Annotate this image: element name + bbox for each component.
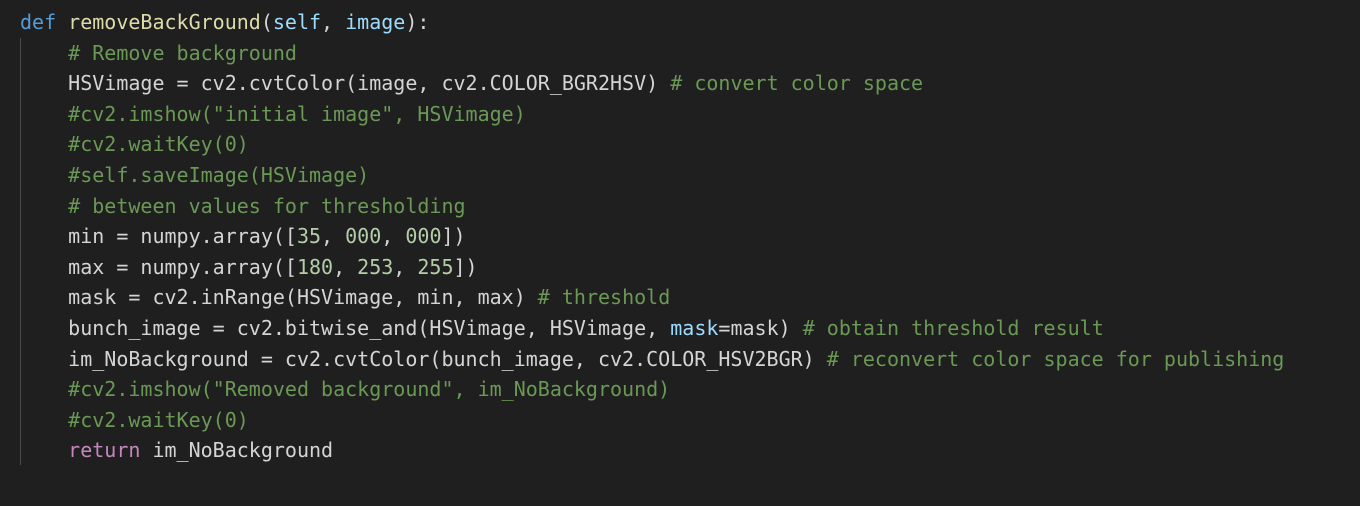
code-token-comment: #cv2.waitKey(0) [68,407,249,432]
code-token-comment: # threshold [537,285,671,310]
code-editor[interactable]: def removeBackGround(self, image): # Rem… [0,0,1360,506]
code-line[interactable]: #self.saveImage(HSVimage) [20,160,1284,191]
code-token-comment: #cv2.waitKey(0) [68,132,249,157]
code-token-num: 255 [417,254,454,279]
code-line[interactable]: #cv2.imshow("initial image", HSVimage) [20,99,1284,130]
code-token-plain: , [321,224,346,249]
code-token-plain: mask = cv2.inRange(HSVimage, min, max) [68,285,538,310]
code-token-comment: # between values for thresholding [68,193,466,218]
code-token-comment: #cv2.imshow("Removed background", im_NoB… [68,377,671,402]
code-line[interactable]: #cv2.imshow("Removed background", im_NoB… [20,374,1284,405]
code-token-plain: ( [260,10,273,34]
code-token-comment: # Remove background [68,40,297,65]
code-line[interactable]: # between values for thresholding [20,191,1284,222]
code-line[interactable]: mask = cv2.inRange(HSVimage, min, max) #… [20,282,1284,313]
code-line[interactable]: im_NoBackground = cv2.cvtColor(bunch_ima… [20,344,1284,375]
code-token-comment: #self.saveImage(HSVimage) [68,162,370,187]
code-token-plain: ): [405,10,430,34]
code-line[interactable]: min = numpy.array([35, 000, 000]) [20,221,1284,252]
code-token-plain: max = numpy.array([ [68,254,297,279]
code-token-param: mask [670,315,719,340]
code-token-num: 180 [296,254,334,279]
code-token-comment: # convert color space [670,71,924,96]
code-token-kw: def [20,10,57,34]
code-token-plain: , [393,254,418,279]
code-token-kw-ctrl: return [68,438,141,463]
code-token-plain: im_NoBackground = cv2.cvtColor(bunch_ima… [68,346,827,371]
code-token-plain: =mask) [718,315,803,340]
code-line[interactable]: #cv2.waitKey(0) [20,405,1284,436]
code-token-plain: min = numpy.array([ [68,224,297,249]
code-line[interactable]: def removeBackGround(self, image): [20,7,1284,38]
code-token-num: 000 [405,224,442,249]
code-token-num: 35 [296,224,322,249]
code-line[interactable]: max = numpy.array([180, 253, 255]) [20,252,1284,283]
code-token-plain: ]) [453,254,478,279]
code-token-plain: ]) [441,224,466,249]
code-line[interactable]: return im_NoBackground [20,435,1284,466]
code-token-plain: , [381,224,406,249]
code-token-comment: # obtain threshold result [802,315,1104,340]
code-token-fn: removeBackGround [68,10,261,34]
code-line[interactable]: # Remove background [20,38,1284,69]
code-token-plain: bunch_image = cv2.bitwise_and(HSVimage, … [68,315,671,340]
code-token-plain: , [321,10,346,34]
code-token-num: 253 [357,254,394,279]
code-line[interactable]: bunch_image = cv2.bitwise_and(HSVimage, … [20,313,1284,344]
code-token-param: self [272,10,322,34]
code-token-plain: , [333,254,358,279]
code-token-plain: im_NoBackground [140,438,334,463]
code-token-num: 000 [345,224,382,249]
code-line[interactable]: HSVimage = cv2.cvtColor(image, cv2.COLOR… [20,68,1284,99]
code-token-plain: HSVimage = cv2.cvtColor(image, cv2.COLOR… [68,71,671,96]
code-token-param: image [345,10,406,34]
code-block[interactable]: def removeBackGround(self, image): # Rem… [20,7,1284,466]
code-line[interactable]: #cv2.waitKey(0) [20,129,1284,160]
code-token-comment: #cv2.imshow("initial image", HSVimage) [68,101,526,126]
code-token-comment: # reconvert color space for publishing [826,346,1285,371]
